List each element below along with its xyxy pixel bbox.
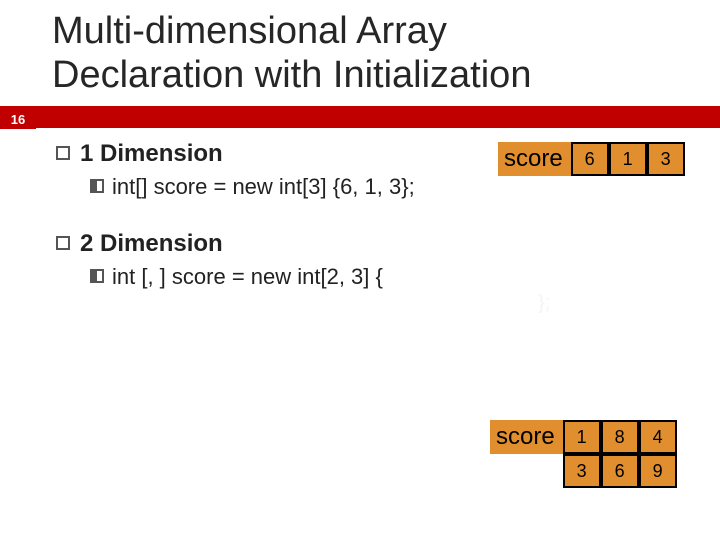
score-2d-visual: score 1 8 4 3 6 9: [490, 420, 677, 488]
dim2-heading-row: 2 Dimension: [56, 230, 696, 258]
square-bullet-icon: [56, 236, 70, 250]
score-2d-row: 1 8 4: [563, 420, 677, 454]
page-number: 16: [0, 109, 36, 129]
accent-bar: [0, 106, 720, 128]
dim1-heading: 1 Dimension: [80, 140, 223, 168]
score-1d-cell: 1: [609, 142, 647, 176]
dim2-code-row: int [, ] score = new int[2, 3] {: [90, 264, 696, 290]
half-square-bullet-icon: [90, 179, 104, 193]
title-heading: Multi-dimensional Array Declaration with…: [52, 10, 720, 97]
score-2d-cell: 9: [639, 454, 677, 488]
score-2d-grid: 1 8 4 3 6 9: [563, 420, 677, 488]
score-2d-row: 3 6 9: [563, 454, 677, 488]
dim1-code: int[] score = new int[3] {6, 1, 3};: [112, 174, 415, 200]
score-1d-label: score: [498, 142, 571, 176]
dim1-code-row: int[] score = new int[3] {6, 1, 3};: [90, 174, 696, 200]
title-line-2: Declaration with Initialization: [52, 54, 531, 96]
score-1d-visual: score 6 1 3: [498, 142, 685, 176]
square-bullet-icon: [56, 146, 70, 160]
dim2-code: int [, ] score = new int[2, 3] {: [112, 264, 383, 290]
score-1d-row: 6 1 3: [571, 142, 685, 176]
score-1d-cell: 6: [571, 142, 609, 176]
score-2d-cell: 3: [563, 454, 601, 488]
title-line-1: Multi-dimensional Array: [52, 10, 447, 52]
slide-title: Multi-dimensional Array Declaration with…: [0, 0, 720, 97]
score-2d-label: score: [490, 420, 563, 454]
score-2d-cell: 8: [601, 420, 639, 454]
dim2-block: 2 Dimension int [, ] score = new int[2, …: [56, 230, 696, 290]
dim2-heading: 2 Dimension: [80, 230, 223, 258]
score-2d-cell: 4: [639, 420, 677, 454]
score-1d-cell: 3: [647, 142, 685, 176]
score-2d-cell: 6: [601, 454, 639, 488]
score-2d-cell: 1: [563, 420, 601, 454]
half-square-bullet-icon: [90, 269, 104, 283]
faint-glyph: };: [538, 292, 550, 315]
